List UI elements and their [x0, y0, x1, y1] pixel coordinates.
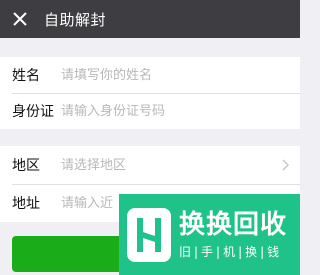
page-title: 自助解封 — [44, 10, 107, 29]
watermark-logo-icon — [127, 207, 171, 262]
identity-form-group: 姓名 身份证 — [0, 57, 300, 129]
id-card-label: 身份证 — [12, 104, 54, 120]
name-row: 姓名 — [0, 57, 300, 93]
chevron-right-icon — [282, 159, 290, 171]
close-button[interactable] — [0, 0, 40, 38]
watermark-logo: 换换回收 旧|手|机|换|钱 — [119, 194, 300, 275]
region-row[interactable]: 地区 — [0, 146, 300, 184]
region-select[interactable] — [61, 157, 300, 173]
id-card-row: 身份证 — [0, 93, 300, 129]
region-label: 地区 — [12, 158, 40, 174]
id-card-input[interactable] — [61, 103, 300, 119]
title-bar: 自助解封 — [0, 0, 300, 38]
name-input[interactable] — [61, 67, 300, 83]
watermark-subtitle: 旧|手|机|换|钱 — [179, 245, 283, 259]
watermark-title: 换换回收 — [179, 210, 288, 240]
name-label: 姓名 — [12, 68, 40, 84]
address-label: 地址 — [12, 196, 40, 212]
close-icon — [13, 12, 27, 26]
